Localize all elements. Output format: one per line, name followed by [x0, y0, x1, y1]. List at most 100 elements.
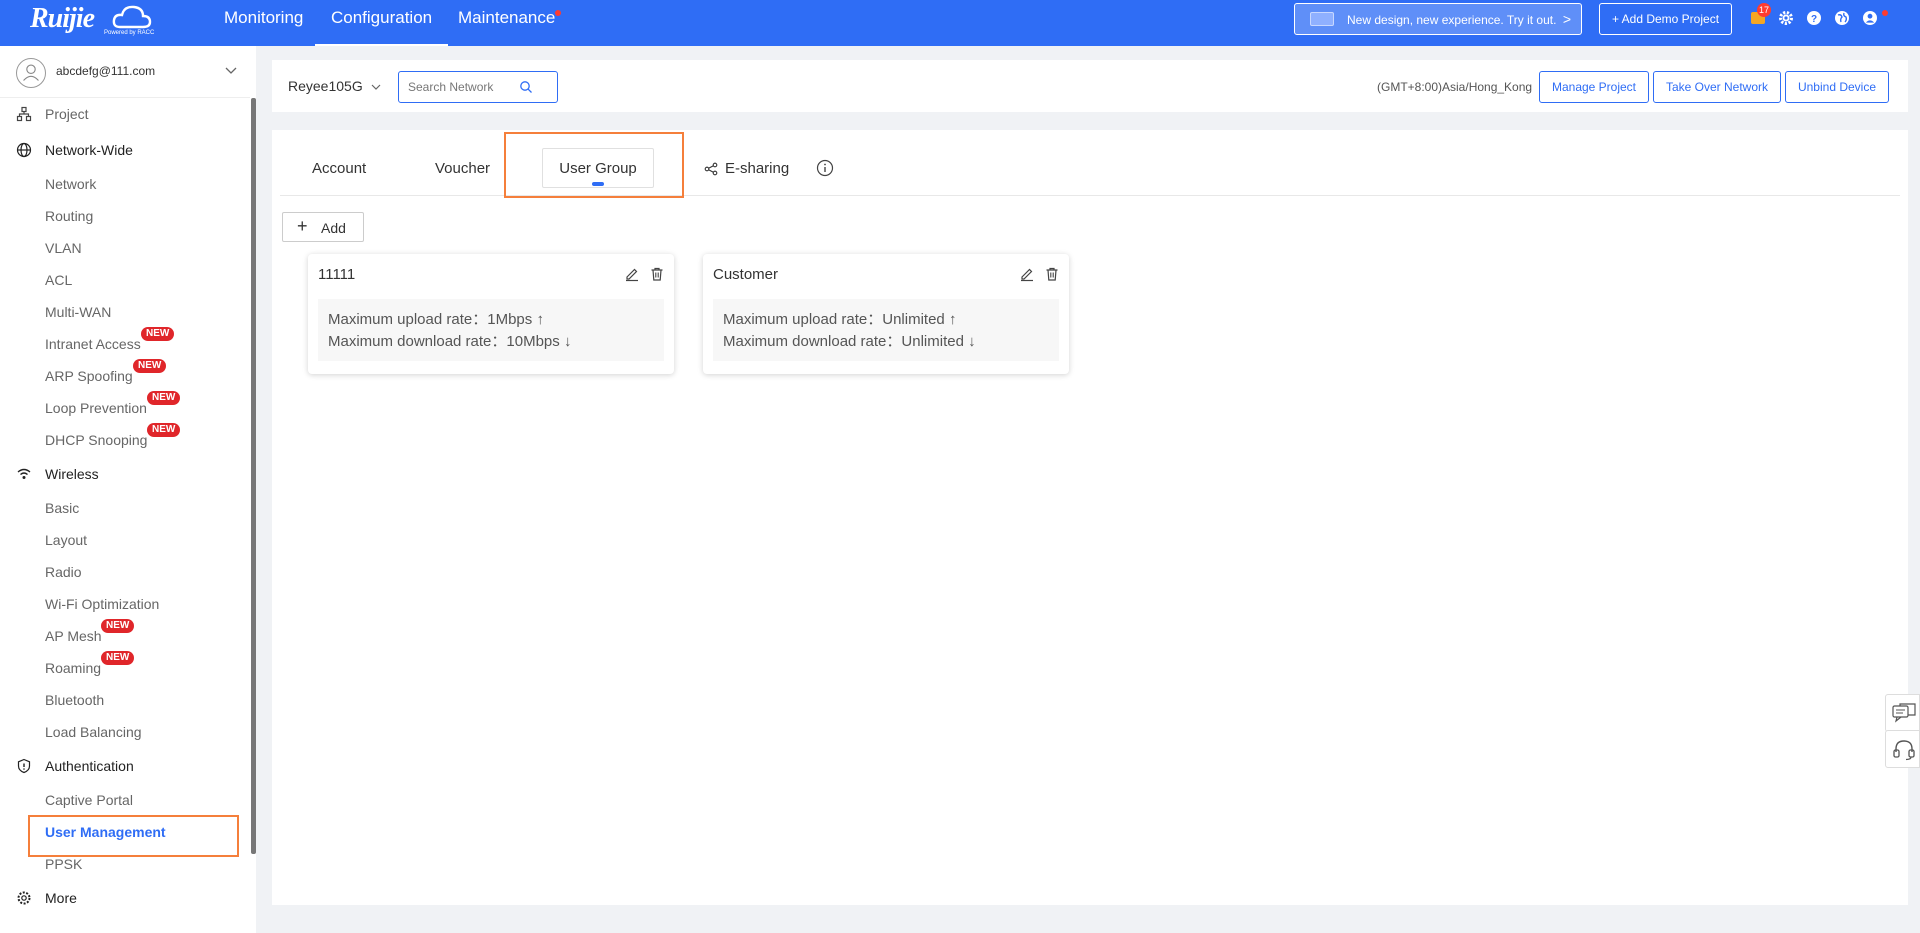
avatar [16, 58, 46, 88]
arrow-down-icon: ↓ [563, 333, 572, 350]
globe-icon [16, 142, 32, 158]
sidebar-item-load-balancing[interactable]: Load Balancing [45, 724, 142, 740]
upload-rate-value: 1Mbps [487, 311, 533, 328]
new-badge: NEW [147, 423, 181, 437]
delete-icon[interactable] [1044, 266, 1060, 282]
search-icon[interactable] [519, 80, 533, 94]
highlight-box-tab [504, 132, 684, 198]
download-rate-value: Unlimited [901, 333, 964, 350]
group-rate-details: Maximum upload rate：1Mbps ↑ Maximum down… [318, 299, 664, 361]
chevron-down-icon[interactable] [370, 81, 382, 93]
new-badge: NEW [101, 651, 135, 665]
user-icon[interactable] [1862, 10, 1878, 26]
delete-icon[interactable] [649, 266, 665, 282]
timezone-label: (GMT+8:00)Asia/Hong_Kong [1377, 80, 1533, 94]
sidebar-group-more[interactable]: More [45, 890, 77, 906]
manage-project-button[interactable]: Manage Project [1539, 71, 1649, 103]
tab-voucher[interactable]: Voucher [435, 160, 490, 177]
group-name: 11111 [318, 266, 356, 283]
chevron-down-icon [225, 67, 237, 74]
take-over-network-button[interactable]: Take Over Network [1653, 71, 1781, 103]
sidebar-item-multi-wan[interactable]: Multi-WAN [45, 304, 111, 320]
group-name: Customer [713, 266, 779, 283]
chat-button[interactable] [1885, 694, 1920, 732]
info-icon[interactable] [816, 159, 834, 177]
ruijie-logo[interactable]: Ruijie Powered by RACC [30, 3, 158, 39]
nav-configuration[interactable]: Configuration [314, 0, 449, 46]
network-header: Reyee105G (GMT+8:00)Asia/Hong_Kong Manag… [272, 60, 1908, 112]
maintenance-alert-dot [555, 10, 561, 16]
edit-icon[interactable] [1019, 266, 1035, 282]
globe-icon[interactable] [1834, 10, 1850, 26]
sidebar-group-network-wide[interactable]: Network-Wide [45, 142, 133, 158]
sidebar-group-wireless[interactable]: Wireless [45, 466, 99, 482]
cloud-icon [112, 5, 152, 29]
network-selector[interactable]: Reyee105G [288, 78, 363, 94]
add-button-label: Add [321, 220, 346, 236]
chat-icon [1892, 703, 1916, 723]
help-icon[interactable]: ? [1806, 10, 1822, 26]
add-button[interactable]: + Add [282, 212, 364, 242]
new-badge: NEW [133, 359, 167, 373]
sidebar-item-wifi-optimization[interactable]: Wi-Fi Optimization [45, 596, 159, 612]
download-rate-line: Maximum download rate：10Mbps ↓ [328, 330, 571, 351]
upload-rate-label: Maximum upload rate： [723, 311, 883, 328]
sidebar-item-vlan[interactable]: VLAN [45, 240, 82, 256]
sidebar-item-ppsk[interactable]: PPSK [45, 856, 82, 872]
download-rate-label: Maximum download rate： [328, 333, 507, 350]
nav-monitoring[interactable]: Monitoring [224, 0, 303, 46]
sidebar-item-captive-portal[interactable]: Captive Portal [45, 792, 133, 808]
sidebar-item-bluetooth[interactable]: Bluetooth [45, 692, 104, 708]
logo-subtitle: Powered by RACC [104, 30, 155, 36]
promo-label: New design, new experience. Try it out. [1347, 13, 1557, 27]
arrow-down-icon: ↓ [968, 333, 976, 350]
add-demo-project-button[interactable]: + Add Demo Project [1599, 3, 1732, 35]
upload-rate-value: Unlimited [882, 311, 945, 328]
sidebar-item-basic[interactable]: Basic [45, 500, 79, 516]
support-button[interactable] [1885, 730, 1920, 768]
unbind-device-button[interactable]: Unbind Device [1785, 71, 1889, 103]
upload-rate-line: Maximum upload rate：Unlimited ↑ [723, 308, 956, 329]
tab-account[interactable]: Account [312, 160, 366, 177]
sidebar-item-roaming[interactable]: Roaming [45, 660, 101, 676]
sidebar-item-arp-spoofing[interactable]: ARP Spoofing [45, 368, 133, 384]
highlight-box-sidebar [28, 815, 239, 857]
sidebar-scrollbar[interactable] [251, 98, 256, 854]
nav-maintenance[interactable]: Maintenance [458, 0, 555, 46]
sidebar-item-network[interactable]: Network [45, 176, 96, 192]
new-design-banner[interactable]: New design, new experience. Try it out. … [1294, 3, 1582, 35]
download-rate-line: Maximum download rate：Unlimited ↓ [723, 330, 976, 351]
search-input[interactable] [408, 79, 518, 95]
sidebar-item-dhcp-snooping[interactable]: DHCP Snooping [45, 432, 147, 448]
share-icon [704, 162, 718, 176]
chevron-right-icon: > [1562, 11, 1571, 27]
sidebar-group-authentication[interactable]: Authentication [45, 758, 134, 774]
sidebar-item-loop-prevention[interactable]: Loop Prevention [45, 400, 147, 416]
user-management-panel: Account Voucher User Group E-sharing + A… [272, 130, 1908, 905]
project-icon [16, 106, 32, 122]
sidebar: abcdefg@111.com Project Network-Wide Net… [0, 46, 256, 933]
notification-count: 17 [1757, 3, 1771, 17]
sidebar-item-intranet-access[interactable]: Intranet Access [45, 336, 141, 352]
edit-icon[interactable] [624, 266, 640, 282]
headset-icon [1893, 740, 1915, 761]
group-rate-details: Maximum upload rate：Unlimited ↑ Maximum … [713, 299, 1059, 361]
wifi-icon [17, 468, 31, 479]
sidebar-item-ap-mesh[interactable]: AP Mesh [45, 628, 102, 644]
sidebar-item-acl[interactable]: ACL [45, 272, 72, 288]
download-rate-label: Maximum download rate： [723, 333, 902, 350]
user-alert-dot [1882, 10, 1888, 16]
search-network-box[interactable] [398, 71, 558, 103]
user-account-selector[interactable]: abcdefg@111.com [0, 46, 250, 98]
gear-icon[interactable] [1778, 10, 1794, 26]
preview-icon [1310, 12, 1334, 26]
top-bar: Ruijie Powered by RACC Monitoring Config… [0, 0, 1920, 46]
sidebar-item-routing[interactable]: Routing [45, 208, 93, 224]
shield-icon [17, 758, 31, 774]
user-group-card: Customer Maximum upload rate：Unlimited ↑… [703, 254, 1069, 374]
sidebar-item-layout[interactable]: Layout [45, 532, 87, 548]
sidebar-item-radio[interactable]: Radio [45, 564, 82, 580]
tab-bar: Account Voucher User Group E-sharing [280, 130, 1900, 198]
sidebar-group-project[interactable]: Project [45, 106, 89, 122]
tab-e-sharing[interactable]: E-sharing [725, 160, 789, 177]
